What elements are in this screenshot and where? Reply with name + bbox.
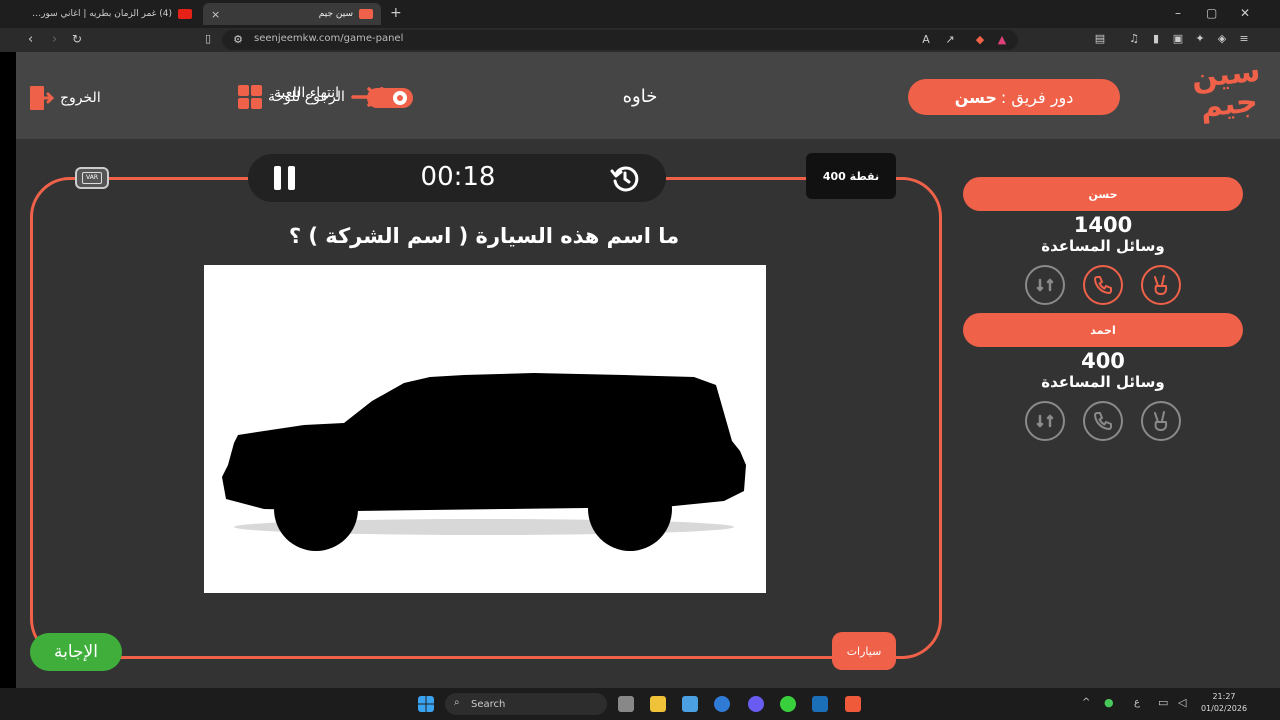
category-title: خاوه [622, 86, 658, 107]
close-tab-icon[interactable]: × [211, 8, 220, 21]
clock-time: 21:27 [1212, 692, 1236, 701]
brave-shield-icon[interactable]: ◆ [974, 34, 986, 46]
clock-date: 01/02/2026 [1200, 704, 1248, 713]
forward-icon[interactable]: › [52, 32, 57, 47]
minimize-button[interactable]: – [1175, 6, 1181, 20]
points-badge: 400 نقطة [806, 153, 896, 199]
brave-rewards-icon[interactable]: ▲ [996, 34, 1008, 46]
browser-tab-seenjeem[interactable]: سين جيم × [203, 3, 381, 25]
maximize-button[interactable]: ▢ [1206, 6, 1217, 20]
network-icon[interactable]: ▭ [1158, 696, 1168, 709]
taskbar-clock[interactable]: 21:27 01/02/2026 [1196, 691, 1252, 715]
phone-call-aid-icon[interactable] [1083, 401, 1123, 441]
mail-icon[interactable] [714, 696, 730, 712]
close-window-button[interactable]: ✕ [1240, 6, 1250, 20]
menu-icon[interactable]: ≡ [1238, 33, 1250, 45]
switch-question-aid-icon[interactable] [1025, 265, 1065, 305]
search-icon: ⌕ [454, 697, 460, 708]
timer-display: 00:18 [420, 162, 496, 192]
sidebar-icon[interactable]: ▤ [1094, 33, 1106, 45]
site-settings-icon[interactable]: ⚙ [232, 34, 244, 46]
team-name-pill: احمد [963, 313, 1243, 347]
question-text: ما اسم هذه السيارة ( اسم الشركة ) ؟ [288, 224, 680, 248]
question-image [204, 265, 766, 593]
team-name-pill: حسن [963, 177, 1243, 211]
leo-icon[interactable]: ✦ [1194, 33, 1206, 45]
toggle-knob [393, 91, 407, 105]
translate-icon[interactable]: A [920, 34, 932, 46]
phone-call-aid-icon[interactable] [1083, 265, 1123, 305]
car-silhouette [222, 373, 746, 551]
pause-icon[interactable] [274, 166, 296, 190]
back-to-board-button[interactable]: الرجوع للوحة [238, 85, 385, 109]
language-indicator[interactable]: ع [1134, 697, 1140, 708]
team-score: 1400 [1073, 213, 1133, 237]
task-view-icon[interactable] [618, 696, 634, 712]
category-tag: سيارات [832, 632, 896, 670]
aids-row [963, 401, 1243, 441]
store-icon[interactable] [682, 696, 698, 712]
turn-label: دور فريق : [1000, 87, 1074, 107]
game-panel-page: سين جيم دور فريق : حسن خاوه انتهاء اللعب… [16, 52, 1280, 688]
timer-bar: 00:18 [248, 154, 666, 202]
browser-tab-youtube[interactable]: (4) غمر الزمان بطريه | اغاني سوريه الثاب [24, 3, 200, 25]
chevron-up-icon[interactable]: ^ [1082, 697, 1090, 708]
team-panel-1: حسن 1400 وسائل المساعدة [963, 177, 1243, 305]
tab-title: (4) غمر الزمان بطريه | اغاني سوريه الثاب [32, 9, 172, 19]
var-label: VAR [82, 172, 102, 184]
url-text: seenjeemkw.com/game-panel [254, 33, 404, 44]
switch-question-aid-icon[interactable] [1025, 401, 1065, 441]
team-aids-label: وسائل المساعدة [1041, 237, 1165, 255]
seenjeem-logo: سين جيم [1189, 53, 1262, 125]
team-aids-label: وسائل المساعدة [1041, 373, 1165, 391]
music-icon[interactable]: ♫ [1128, 33, 1140, 45]
youtube-icon [178, 9, 192, 19]
taskbar-search[interactable]: ⌕ Search [445, 693, 607, 715]
team-score: 400 [1081, 349, 1125, 373]
wallet-icon[interactable]: ▣ [1172, 33, 1184, 45]
bookmark-icon[interactable]: ▯ [202, 33, 214, 45]
arrow-right-icon [351, 87, 384, 107]
reading-mode-icon[interactable]: ▮ [1150, 33, 1162, 45]
double-answer-aid-icon[interactable] [1141, 265, 1181, 305]
volume-icon[interactable]: ◁ [1178, 696, 1186, 709]
search-placeholder: Search [471, 698, 506, 710]
seenjeem-favicon [359, 9, 373, 19]
aids-row [963, 265, 1243, 305]
brave-browser-icon[interactable] [845, 696, 861, 712]
steam-icon[interactable] [812, 696, 828, 712]
xbox-icon[interactable] [780, 696, 796, 712]
board-grid-icon [238, 85, 262, 109]
vpn-icon[interactable]: ◈ [1216, 33, 1228, 45]
back-to-board-label: الرجوع للوحة [268, 89, 345, 105]
discord-icon[interactable] [748, 696, 764, 712]
exit-button[interactable]: الخروج [28, 85, 101, 111]
share-icon[interactable]: ↗ [944, 34, 956, 46]
reload-icon[interactable]: ↻ [72, 32, 82, 46]
answer-button[interactable]: الإجابة [30, 633, 122, 671]
game-header: سين جيم دور فريق : حسن خاوه انتهاء اللعب… [16, 52, 1280, 139]
turn-team-name: حسن [954, 87, 997, 107]
team-panel-2: احمد 400 وسائل المساعدة [963, 313, 1243, 441]
reset-timer-icon[interactable] [610, 164, 640, 194]
exit-door-icon [30, 86, 54, 110]
mic-icon[interactable]: ● [1104, 696, 1114, 709]
windows-start-icon[interactable] [418, 696, 434, 712]
double-answer-aid-icon[interactable] [1141, 401, 1181, 441]
exit-label: الخروج [60, 90, 101, 106]
back-icon[interactable]: ‹ [28, 32, 33, 47]
windows-taskbar: ⌕ Search ^ ● ع ▭ ◁ 21:27 01/02/2026 [0, 688, 1280, 720]
file-explorer-icon[interactable] [650, 696, 666, 712]
browser-tab-bar: (4) غمر الزمان بطريه | اغاني سوريه الثاب… [0, 0, 1280, 28]
var-icon[interactable]: VAR [75, 167, 109, 189]
address-bar[interactable]: ⚙ seenjeemkw.com/game-panel A ↗ ◆ ▲ [222, 30, 1018, 50]
new-tab-button[interactable]: + [390, 5, 402, 21]
team-turn-indicator: دور فريق : حسن [908, 79, 1120, 115]
browser-toolbar: ‹ › ↻ ▯ ⚙ seenjeemkw.com/game-panel A ↗ … [0, 28, 1280, 52]
tab-title: سين جيم [318, 9, 353, 19]
